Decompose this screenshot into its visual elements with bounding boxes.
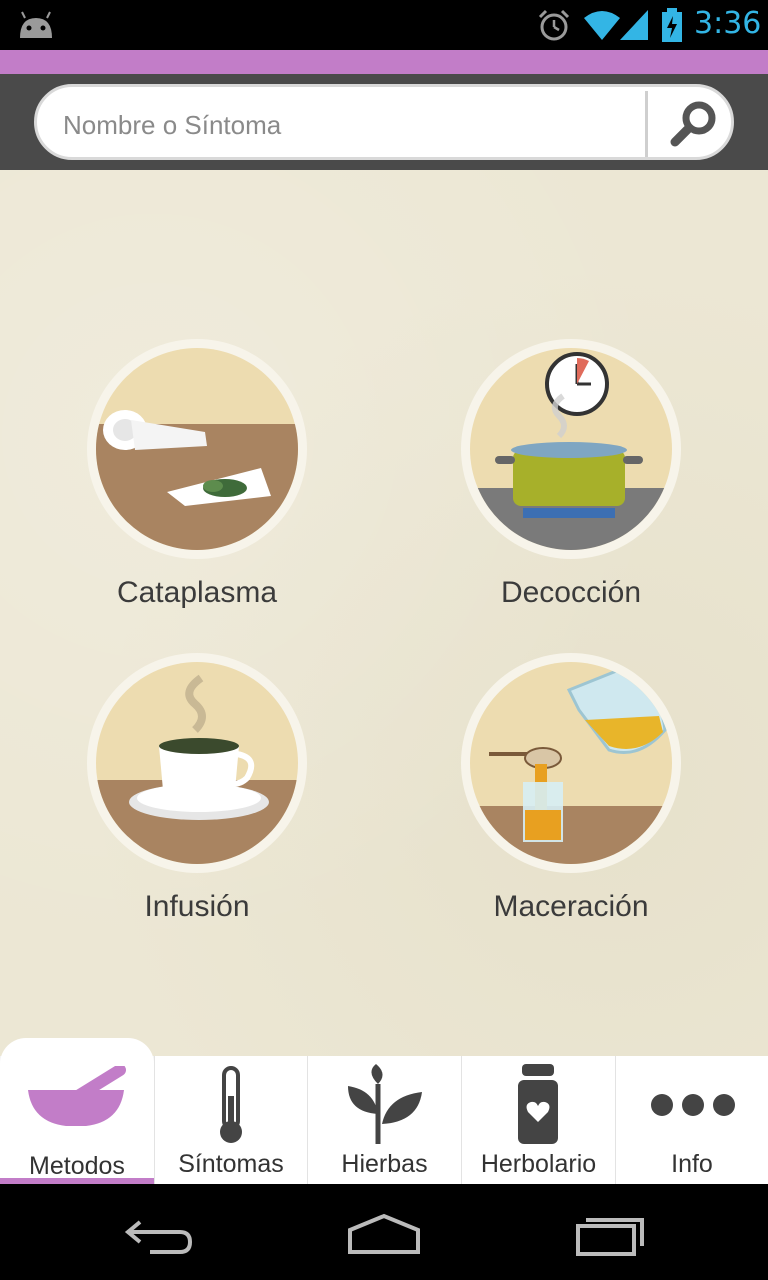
battery-icon bbox=[662, 8, 682, 42]
home-icon[interactable] bbox=[344, 1208, 424, 1258]
method-maceracion[interactable]: Maceración bbox=[451, 650, 691, 940]
wifi-icon bbox=[584, 11, 620, 40]
app-screen: 3:36 Nombre o Síntoma Cataplasma Decocci… bbox=[0, 0, 768, 1280]
more-dots-icon bbox=[651, 1094, 735, 1116]
methods-grid: Cataplasma Decocción Infusión Maceración bbox=[0, 170, 768, 1056]
search-box bbox=[34, 84, 734, 160]
tab-herbolario[interactable]: Herbolario bbox=[461, 1056, 615, 1184]
thermometer-icon bbox=[220, 1066, 242, 1143]
tab-label: Info bbox=[671, 1150, 713, 1178]
mortar-pestle-icon bbox=[28, 1066, 126, 1126]
method-label: Maceración bbox=[493, 890, 649, 923]
alarm-icon bbox=[538, 9, 570, 41]
status-bar: 3:36 bbox=[0, 0, 768, 50]
method-decoccion[interactable]: Decocción bbox=[451, 336, 691, 626]
decoccion-illustration bbox=[461, 339, 681, 559]
jar-heart-icon bbox=[518, 1064, 558, 1144]
method-cataplasma[interactable]: Cataplasma bbox=[77, 336, 317, 626]
tab-metodos[interactable]: Metodos bbox=[0, 1038, 154, 1184]
search-icon bbox=[670, 101, 716, 147]
leaf-icon bbox=[348, 1064, 422, 1144]
tab-label: Herbolario bbox=[480, 1150, 597, 1178]
accent-strip bbox=[0, 50, 768, 74]
bottom-tab-bar: Metodos Síntomas Hierbas Herbolario Info bbox=[0, 1038, 768, 1184]
status-time: 3:36 bbox=[694, 6, 762, 41]
android-icon bbox=[20, 11, 52, 38]
search-bar bbox=[0, 74, 768, 170]
tab-label: Síntomas bbox=[178, 1150, 284, 1178]
cataplasma-illustration bbox=[87, 339, 307, 559]
signal-icon bbox=[620, 10, 648, 40]
back-icon[interactable] bbox=[120, 1208, 200, 1258]
search-input[interactable] bbox=[63, 105, 643, 145]
search-button[interactable] bbox=[653, 91, 731, 157]
method-label: Cataplasma bbox=[116, 576, 278, 609]
system-nav-bar bbox=[0, 1184, 768, 1280]
method-label: Infusión bbox=[144, 890, 250, 923]
tab-hierbas[interactable]: Hierbas bbox=[307, 1056, 461, 1184]
tab-label: Hierbas bbox=[341, 1150, 428, 1178]
tab-sintomas[interactable]: Síntomas bbox=[154, 1056, 307, 1184]
method-infusion[interactable]: Infusión bbox=[77, 650, 317, 940]
method-label: Decocción bbox=[500, 576, 642, 609]
infusion-illustration bbox=[87, 653, 307, 873]
tab-label: Metodos bbox=[29, 1152, 125, 1180]
maceracion-illustration bbox=[461, 653, 681, 873]
search-divider bbox=[645, 91, 648, 157]
recent-apps-icon[interactable] bbox=[572, 1208, 652, 1258]
tab-info[interactable]: Info bbox=[615, 1056, 768, 1184]
